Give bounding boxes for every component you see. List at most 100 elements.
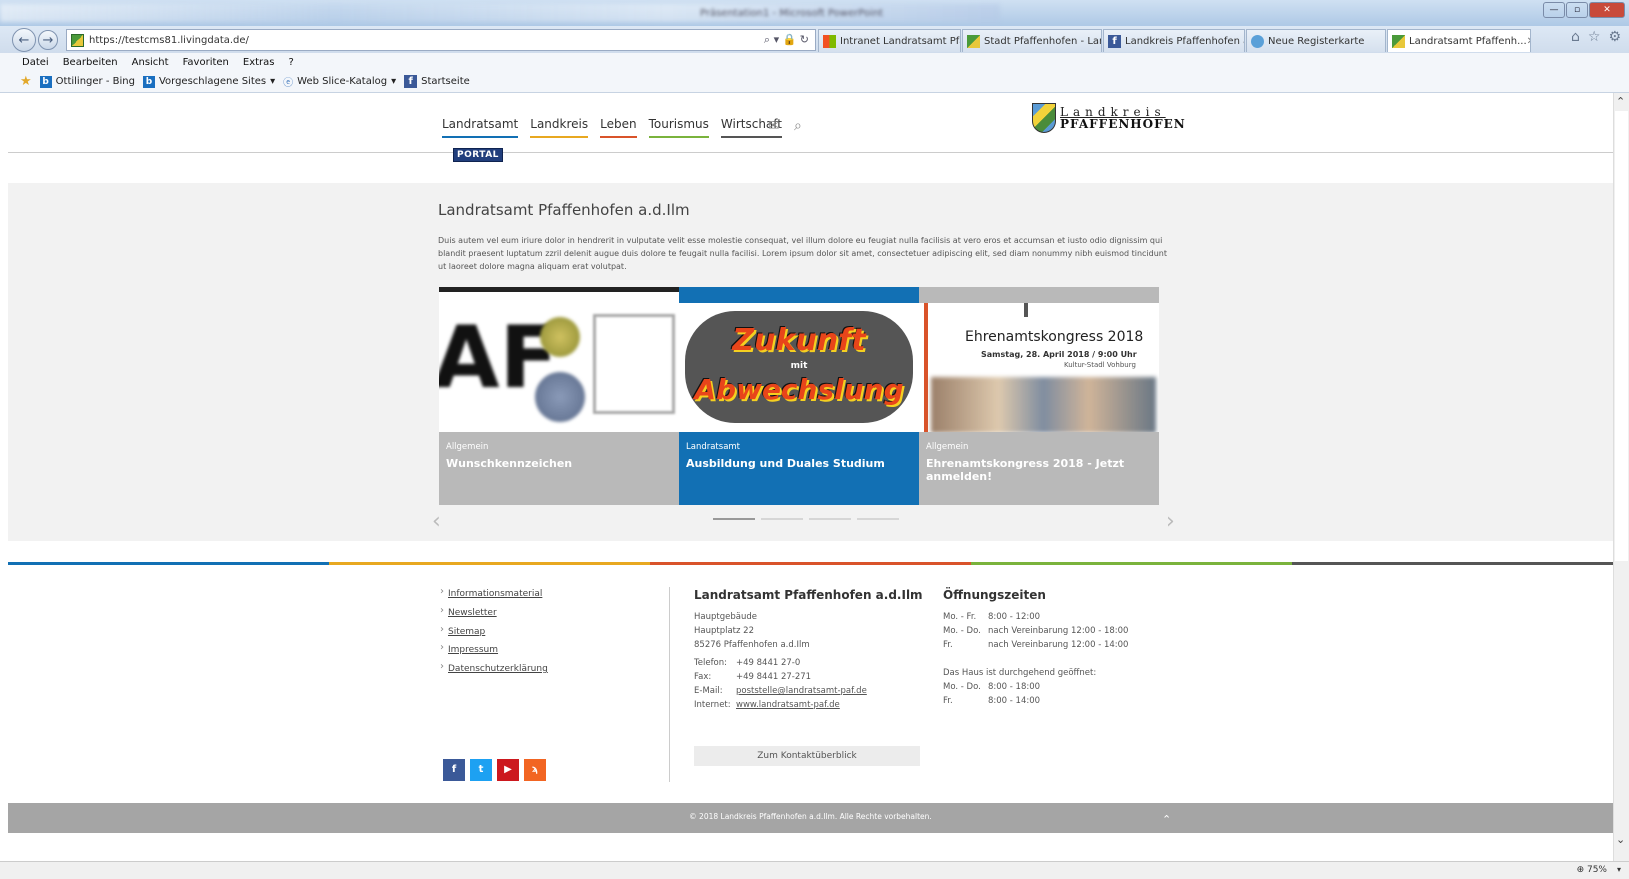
- favorites-star-icon[interactable]: ★: [20, 74, 32, 89]
- forward-button[interactable]: →: [38, 30, 58, 50]
- fav-label: Ottilinger - Bing: [55, 76, 135, 87]
- contact-overview-button[interactable]: Zum Kontaktüberblick: [694, 746, 920, 766]
- search-icon[interactable]: ⌕: [794, 118, 802, 134]
- teaser-card-ausbildung[interactable]: Zukunft mit Abwechslung Landratsamt Ausb…: [679, 287, 919, 505]
- footer-link-datenschutz[interactable]: Datenschutzerklärung: [448, 664, 548, 674]
- card-title: Wunschkennzeichen: [446, 457, 573, 470]
- zoom-value: 75%: [1586, 865, 1607, 875]
- image-event-date: Samstag, 28. April 2018 / 9:00 Uhr: [981, 350, 1137, 359]
- image-text-abwechslung: Abwechslung: [694, 373, 904, 406]
- fav-startseite[interactable]: f Startseite: [404, 75, 470, 88]
- fav-webslice[interactable]: ⓔ Web Slice-Katalog ▾: [283, 74, 396, 89]
- address-bar[interactable]: https://testcms81.livingdata.de/ ⌕ ▾ 🔒 ↻: [66, 29, 816, 51]
- footer-link-sitemap[interactable]: Sitemap: [448, 627, 485, 637]
- carousel-dot[interactable]: [857, 518, 899, 520]
- intro-text: Duis autem vel eum iriure dolor in hendr…: [438, 236, 1167, 271]
- browser-nav-row: ← → https://testcms81.livingdata.de/ ⌕ ▾…: [0, 26, 1629, 54]
- close-tab-icon[interactable]: ✕: [1527, 36, 1530, 47]
- menu-bearbeiten[interactable]: Bearbeiten: [63, 57, 118, 68]
- menu-extras[interactable]: Extras: [243, 57, 275, 68]
- crest-icon: [1392, 34, 1405, 48]
- youtube-icon[interactable]: ▶: [497, 759, 519, 781]
- ehrenamt-image: Ehrenamtskongress 2018 Samstag, 28. Apri…: [919, 287, 1159, 432]
- license-plate-image: AF: [439, 287, 679, 432]
- footer-link-impressum[interactable]: Impressum: [448, 645, 498, 655]
- image-event-place: Kultur-Stadl Vohburg: [1064, 361, 1136, 369]
- teaser-card-ehrenamtskongress[interactable]: Ehrenamtskongress 2018 Samstag, 28. Apri…: [919, 287, 1159, 505]
- nav-landratsamt[interactable]: Landratsamt: [442, 117, 519, 138]
- hours-day: Fr.: [943, 696, 953, 706]
- web-page: Landratsamt Landkreis Leben Tourismus Wi…: [8, 93, 1613, 861]
- fav-suggested[interactable]: b Vorgeschlagene Sites ▾: [142, 75, 275, 88]
- carousel-dot[interactable]: [809, 518, 851, 520]
- maximize-button[interactable]: ▫: [1566, 2, 1588, 18]
- page-scrollbar[interactable]: ⌃ ⌄: [1613, 93, 1629, 861]
- tab-stadt[interactable]: Stadt Pfaffenhofen - Lan...: [962, 29, 1102, 52]
- carousel-dot[interactable]: [713, 518, 755, 520]
- phone-value: +49 8441 27-0: [736, 658, 801, 668]
- nav-tourismus[interactable]: Tourismus: [648, 117, 709, 138]
- tab-label: Landratsamt Pfaffenh...: [1409, 35, 1527, 47]
- menu-help[interactable]: ?: [289, 57, 294, 68]
- rss-icon[interactable]: ϡ: [524, 759, 546, 781]
- window-title: Präsentation1 - Microsoft PowerPoint: [700, 8, 884, 19]
- menu-favoriten[interactable]: Favoriten: [183, 57, 229, 68]
- website-link[interactable]: www.landratsamt-paf.de: [736, 700, 840, 710]
- contact-label: Internet:: [694, 700, 731, 710]
- home-icon[interactable]: ⌂: [1571, 29, 1580, 45]
- chevron-right-icon: ›: [440, 642, 444, 653]
- menu-datei[interactable]: Datei: [22, 57, 49, 68]
- tab-facebook[interactable]: f Landkreis Pfaffenhofen a...: [1103, 29, 1245, 52]
- mail-icon[interactable]: ✉: [768, 118, 780, 134]
- twitter-icon[interactable]: t: [470, 759, 492, 781]
- scrollbar-thumb[interactable]: [1615, 111, 1628, 561]
- menu-ansicht[interactable]: Ansicht: [132, 57, 169, 68]
- footer-org-title: Landratsamt Pfaffenhofen a.d.Ilm: [694, 588, 923, 602]
- star-icon[interactable]: ☆: [1588, 29, 1601, 45]
- footer-address: Hauptgebäude Hauptplatz 22 85276 Pfaffen…: [694, 610, 810, 652]
- facebook-icon: f: [1108, 34, 1121, 48]
- address-url: https://testcms81.livingdata.de/: [89, 34, 249, 46]
- site-logo[interactable]: Landkreis PFAFFENHOFEN: [1032, 103, 1186, 133]
- hours-note: Das Haus ist durchgehend geöffnet:: [943, 668, 1097, 678]
- favorites-bar: ★ b Ottilinger - Bing b Vorgeschlagene Sit…: [0, 71, 1629, 93]
- minimize-button[interactable]: —: [1543, 2, 1565, 18]
- portal-badge[interactable]: PORTAL: [453, 148, 503, 162]
- tab-intranet[interactable]: Intranet Landratsamt Pfaf...: [818, 29, 961, 52]
- close-window-button[interactable]: ✕: [1589, 2, 1625, 18]
- scroll-down-icon[interactable]: ⌄: [1616, 833, 1625, 846]
- hours-time: nach Vereinbarung 12:00 - 18:00: [988, 626, 1129, 636]
- tab-landratsamt[interactable]: Landratsamt Pfaffenh... ✕: [1387, 29, 1531, 52]
- carousel-prev-icon[interactable]: ‹: [432, 509, 441, 534]
- footer-link-newsletter[interactable]: Newsletter: [448, 608, 497, 618]
- back-button[interactable]: ←: [12, 28, 36, 52]
- nav-landkreis[interactable]: Landkreis: [530, 117, 589, 138]
- chevron-down-icon: ▾: [391, 76, 397, 87]
- image-text-zukunft: Zukunft: [732, 323, 866, 358]
- chevron-right-icon: ›: [440, 661, 444, 672]
- card-category: Landratsamt: [686, 442, 741, 452]
- hours-day: Fr.: [943, 640, 953, 650]
- teaser-card-wunschkennzeichen[interactable]: AF Allgemein Wunschkennzeichen: [439, 287, 679, 505]
- facebook-icon[interactable]: f: [443, 759, 465, 781]
- zoom-dropdown-icon[interactable]: ▾: [1617, 865, 1621, 874]
- chevron-right-icon: ›: [440, 624, 444, 635]
- webslice-icon: ⓔ: [283, 78, 294, 89]
- address-tools-icons[interactable]: ⌕ ▾ 🔒 ↻: [764, 33, 809, 47]
- stripe-green: [971, 562, 1292, 565]
- fav-ottilinger[interactable]: b Ottilinger - Bing: [39, 75, 135, 88]
- nav-leben[interactable]: Leben: [600, 117, 637, 138]
- tab-new[interactable]: Neue Registerkarte: [1246, 29, 1386, 52]
- footer-link-informationsmaterial[interactable]: Informationsmaterial: [448, 589, 542, 599]
- carousel-next-icon[interactable]: ›: [1166, 509, 1175, 534]
- menu-bar: Datei Bearbeiten Ansicht Favoriten Extra…: [0, 53, 1629, 71]
- scroll-top-icon[interactable]: ⌃: [1162, 813, 1171, 826]
- tab-label: Neue Registerkarte: [1268, 35, 1365, 47]
- tab-label: Stadt Pfaffenhofen - Lan...: [984, 35, 1102, 47]
- scroll-up-icon[interactable]: ⌃: [1616, 95, 1625, 108]
- zoom-level[interactable]: ⊕ 75%: [1577, 865, 1607, 875]
- carousel-dot[interactable]: [761, 518, 803, 520]
- email-link[interactable]: poststelle@landratsamt-paf.de: [736, 686, 867, 696]
- gear-icon[interactable]: ⚙: [1608, 29, 1621, 45]
- logo-line2: PFAFFENHOFEN: [1060, 117, 1186, 131]
